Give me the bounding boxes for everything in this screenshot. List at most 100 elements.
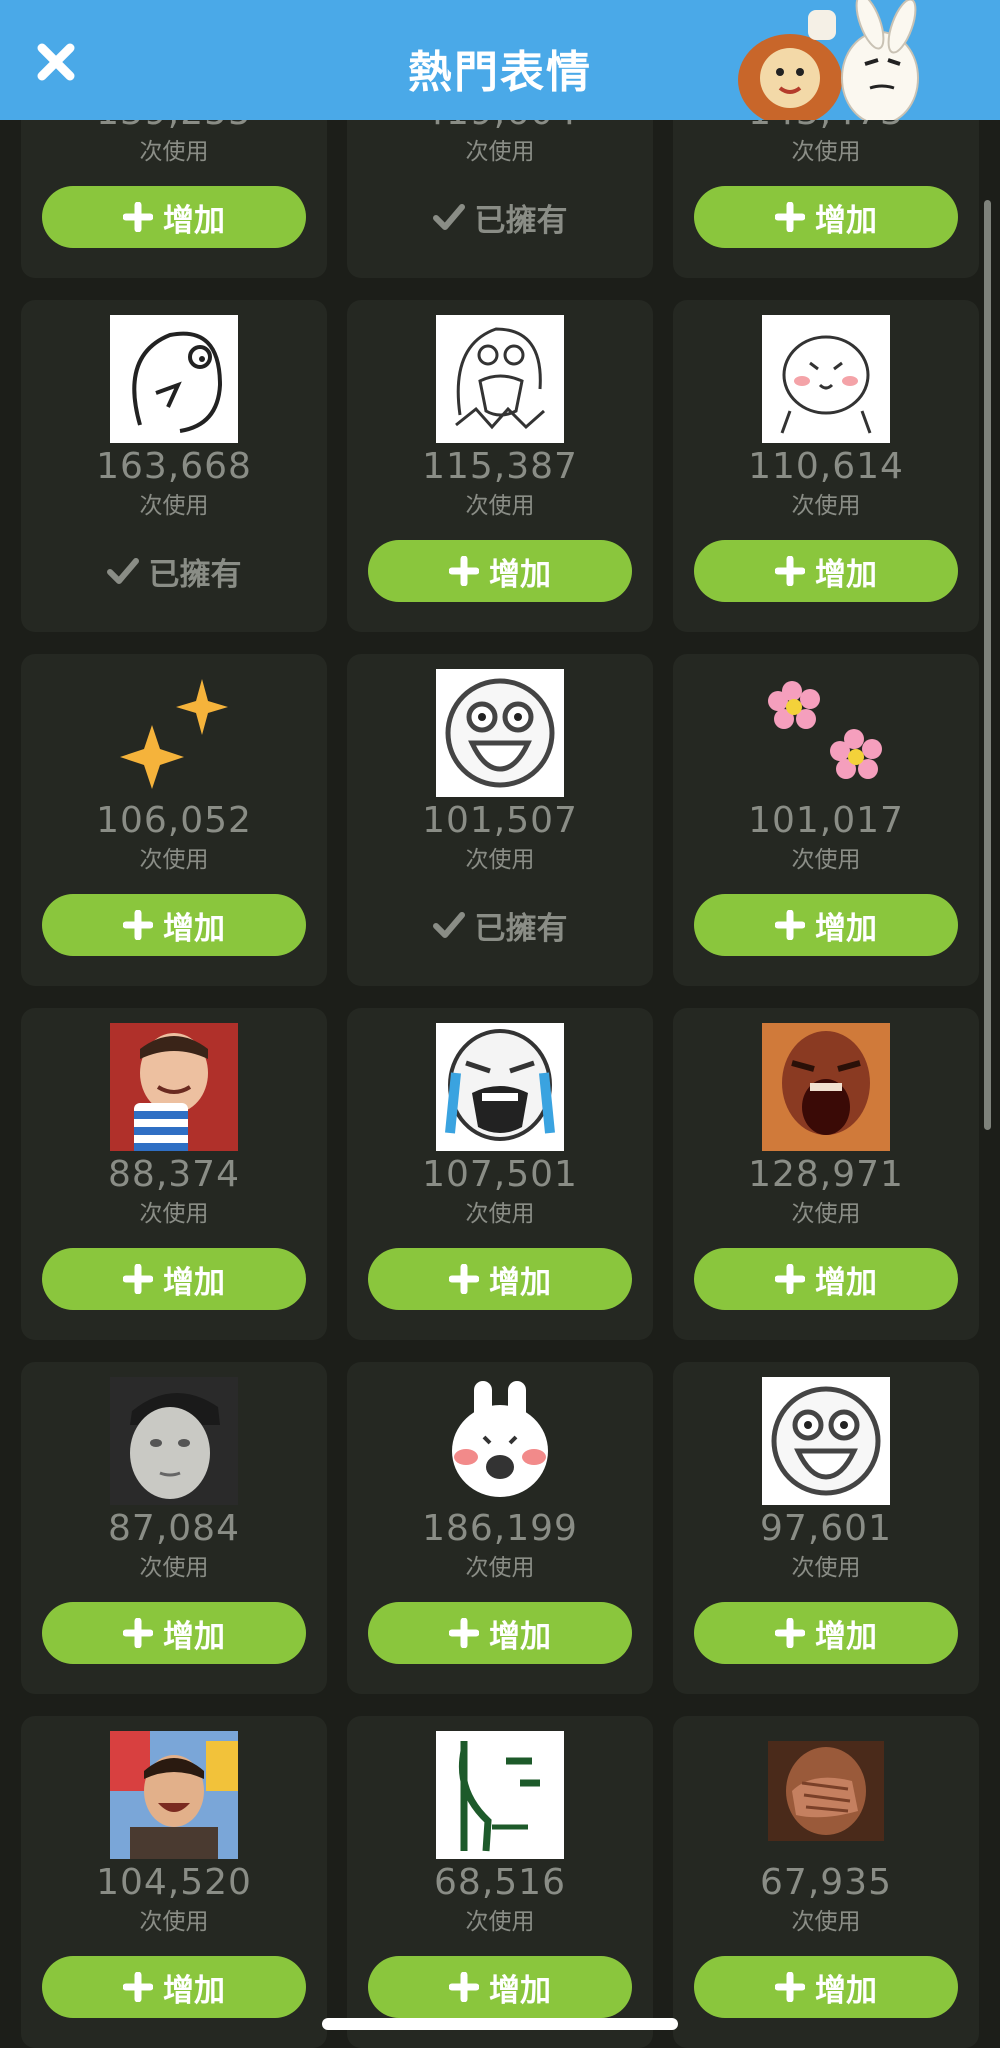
plus-icon	[123, 1264, 153, 1294]
owned-label: 已擁有	[474, 202, 568, 239]
sticker-card[interactable]: 115,387 次使用 增加	[347, 300, 653, 632]
plus-icon	[123, 202, 153, 232]
usage-label: 次使用	[139, 847, 209, 873]
checkmark-icon	[106, 558, 139, 584]
usage-label: 次使用	[791, 1909, 861, 1935]
sticker-card[interactable]: 139,255次使用增加	[21, 120, 327, 278]
add-sticker-button[interactable]: 增加	[42, 186, 306, 248]
usage-label: 次使用	[139, 493, 209, 519]
sticker-card[interactable]: 143,473次使用增加	[673, 120, 979, 278]
plus-icon	[449, 1972, 479, 2002]
add-sticker-button[interactable]: 增加	[694, 186, 958, 248]
usage-count: 97,601	[760, 1508, 892, 1549]
usage-label: 次使用	[791, 493, 861, 519]
add-sticker-button[interactable]: 增加	[694, 1956, 958, 2018]
crying-rage-face-icon[interactable]	[436, 1023, 564, 1151]
mannequin-face-photo[interactable]	[110, 1377, 238, 1505]
usage-count: 128,971	[748, 1154, 904, 1195]
sticker-card[interactable]: 106,052 次使用增加	[21, 654, 327, 986]
usage-count: 68,516	[434, 1862, 566, 1903]
facepalm-photo[interactable]	[762, 1731, 890, 1859]
sticker-card[interactable]: 163,668 次使用 已擁有	[21, 300, 327, 632]
add-sticker-button[interactable]: 增加	[368, 1602, 632, 1664]
add-label: 增加	[489, 556, 551, 593]
plus-icon	[449, 556, 479, 586]
sticker-card[interactable]: 68,516 次使用增加	[347, 1716, 653, 2048]
add-sticker-button[interactable]: 增加	[694, 1248, 958, 1310]
add-sticker-button[interactable]: 增加	[368, 1956, 632, 2018]
add-sticker-button[interactable]: 增加	[368, 540, 632, 602]
sticker-card[interactable]: 101,017 次使用 增加	[673, 654, 979, 986]
add-sticker-button[interactable]: 增加	[42, 1248, 306, 1310]
usage-label: 次使用	[465, 1909, 535, 1935]
add-sticker-button[interactable]: 增加	[694, 1602, 958, 1664]
plus-icon	[775, 556, 805, 586]
usage-count: 107,501	[422, 1154, 578, 1195]
add-label: 增加	[163, 910, 225, 947]
add-sticker-button[interactable]: 增加	[42, 1602, 306, 1664]
plus-icon	[449, 1264, 479, 1294]
checkmark-icon	[432, 204, 465, 230]
grinning-face-icon[interactable]	[436, 669, 564, 797]
scrollbar[interactable]	[984, 200, 991, 1130]
add-label: 增加	[815, 202, 877, 239]
rage-doodle-icon[interactable]	[436, 315, 564, 443]
sticker-card[interactable]: 104,520 次使用 增加	[21, 1716, 327, 2048]
grinning-face-icon[interactable]	[762, 1377, 890, 1505]
owned-status: 已擁有	[21, 540, 327, 602]
usage-label: 次使用	[791, 139, 861, 165]
usage-label: 次使用	[139, 139, 209, 165]
sticker-card[interactable]: 128,971 次使用增加	[673, 1008, 979, 1340]
usage-count: 115,387	[422, 446, 578, 487]
add-label: 增加	[489, 1972, 551, 2009]
line-face-icon[interactable]	[436, 1731, 564, 1859]
sparkles-icon[interactable]	[110, 669, 238, 797]
bunny-face-icon[interactable]	[436, 1377, 564, 1505]
usage-label: 次使用	[791, 1555, 861, 1581]
sticker-card[interactable]: 88,374 次使用 增加	[21, 1008, 327, 1340]
add-label: 增加	[163, 1264, 225, 1301]
add-label: 增加	[815, 1618, 877, 1655]
plus-icon	[775, 202, 805, 232]
crowd-laughing-photo[interactable]	[110, 1731, 238, 1859]
usage-count: 186,199	[422, 1508, 578, 1549]
add-sticker-button[interactable]: 增加	[368, 1248, 632, 1310]
add-sticker-button[interactable]: 增加	[42, 1956, 306, 2018]
sticker-card[interactable]: 110,614 次使用增加	[673, 300, 979, 632]
sticker-card[interactable]: 87,084 次使用增加	[21, 1362, 327, 1694]
usage-count: 106,052	[96, 800, 252, 841]
plus-icon	[775, 910, 805, 940]
usage-label: 次使用	[791, 1201, 861, 1227]
add-sticker-button[interactable]: 增加	[694, 540, 958, 602]
blushing-bun-icon[interactable]	[762, 315, 890, 443]
add-label: 增加	[815, 910, 877, 947]
sticker-card[interactable]: 97,601 次使用增加	[673, 1362, 979, 1694]
usage-label: 次使用	[139, 1201, 209, 1227]
add-sticker-button[interactable]: 增加	[42, 894, 306, 956]
sticker-card[interactable]: 67,935 次使用 增加	[673, 1716, 979, 2048]
sticker-card[interactable]: 107,501 次使用 增加	[347, 1008, 653, 1340]
add-label: 增加	[163, 1618, 225, 1655]
owned-status: 已擁有	[347, 894, 653, 956]
screaming-man-photo[interactable]	[762, 1023, 890, 1151]
plus-icon	[449, 1618, 479, 1648]
plus-icon	[123, 1618, 153, 1648]
sticker-card[interactable]: 186,199 次使用增加	[347, 1362, 653, 1694]
mascot-illustration	[720, 0, 930, 120]
usage-label: 次使用	[465, 1555, 535, 1581]
usage-count: 110,614	[748, 446, 904, 487]
usage-count: 87,084	[108, 1508, 240, 1549]
usage-label: 次使用	[139, 1555, 209, 1581]
home-indicator[interactable]	[322, 2018, 678, 2030]
usage-label: 次使用	[791, 847, 861, 873]
sticker-card[interactable]: 101,507 次使用 已擁有	[347, 654, 653, 986]
sticker-grid[interactable]: 139,255次使用增加419,604次使用已擁有143,473次使用增加163…	[0, 120, 1000, 2048]
add-sticker-button[interactable]: 增加	[694, 894, 958, 956]
add-label: 增加	[815, 1972, 877, 2009]
owned-status: 已擁有	[347, 186, 653, 248]
usage-count: 101,507	[422, 800, 578, 841]
sticker-card[interactable]: 419,604次使用已擁有	[347, 120, 653, 278]
flowers-icon[interactable]	[762, 669, 890, 797]
doodle-face-icon[interactable]	[110, 315, 238, 443]
smiling-man-mug-photo[interactable]	[110, 1023, 238, 1151]
